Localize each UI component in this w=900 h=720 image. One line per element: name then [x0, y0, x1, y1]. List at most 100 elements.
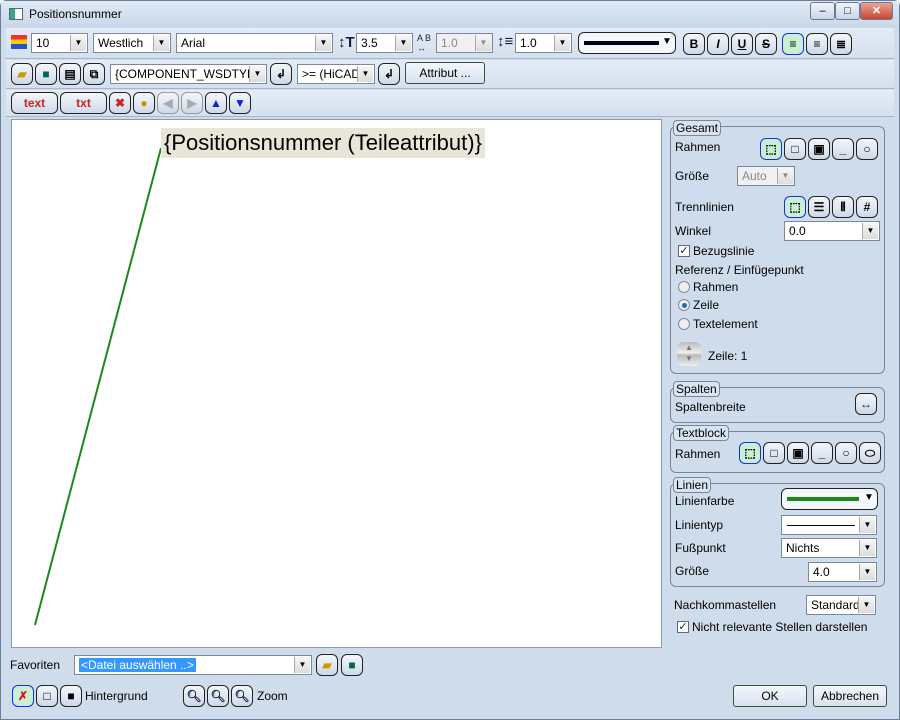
- italic-button[interactable]: I: [707, 33, 729, 55]
- favoriten-open-icon[interactable]: ▰: [316, 654, 338, 676]
- align-justify-button[interactable]: ≣: [830, 33, 852, 55]
- favoriten-combo[interactable]: <Datei auswählen ..> ▼: [74, 655, 312, 675]
- abbrechen-button[interactable]: Abbrechen: [813, 685, 887, 707]
- linien-groesse-label: Größe: [675, 564, 710, 578]
- favoriten-save-icon[interactable]: ■: [341, 654, 363, 676]
- line-spacing-combo[interactable]: 1.0 ▼: [515, 33, 572, 53]
- groesse-combo: Auto ▼: [737, 166, 795, 186]
- text-button[interactable]: text: [11, 92, 58, 114]
- tb-frame-circle-button[interactable]: ○: [835, 442, 857, 464]
- radio-rahmen-label: Rahmen: [693, 280, 739, 294]
- separator-none-button[interactable]: ⬚: [784, 196, 806, 218]
- align-left-button[interactable]: ≡: [782, 33, 804, 55]
- favoriten-label: Favoriten: [10, 658, 61, 672]
- frame-box-button[interactable]: □: [784, 138, 806, 160]
- layer-icon: [11, 35, 27, 49]
- insert-version-button[interactable]: ↲: [378, 63, 400, 85]
- linien-legend: Linien: [673, 477, 712, 493]
- separator-vertical-button[interactable]: ⦀: [832, 196, 854, 218]
- version-combo[interactable]: >= (HiCAD ▼: [297, 64, 375, 84]
- line-spacing-icon: ↕≡: [497, 33, 514, 50]
- link-icon[interactable]: ●: [133, 92, 155, 114]
- zoom-in-icon[interactable]: 🔍︎: [207, 685, 229, 707]
- text-height-icon: ↕T: [338, 34, 355, 51]
- delete-icon[interactable]: ✖: [109, 92, 131, 114]
- attribut-button[interactable]: Attribut ...: [405, 62, 485, 84]
- underline-button[interactable]: U: [731, 33, 753, 55]
- minimize-button[interactable]: –: [810, 2, 835, 20]
- bold-button[interactable]: B: [683, 33, 705, 55]
- spalten-group: Spalten Spaltenbreite ↔: [670, 381, 885, 423]
- linienfarbe-label: Linienfarbe: [675, 494, 735, 508]
- open-folder-icon[interactable]: ▰: [11, 63, 33, 85]
- tb-frame-oval-button[interactable]: ⬭: [859, 442, 881, 464]
- char-spacing-icon: A B ↔: [417, 33, 432, 53]
- style-combo[interactable]: Westlich ▼: [93, 33, 171, 53]
- edit-toolbar: text txt ✖ ● ◀ ▶ ▲ ▼: [6, 90, 894, 117]
- radio-zeile[interactable]: [678, 299, 690, 311]
- position-text[interactable]: {Positionsnummer (Teileattribut)}: [161, 128, 485, 158]
- background-white-button[interactable]: □: [36, 685, 58, 707]
- layer-combo[interactable]: 10 ▼: [31, 33, 88, 53]
- frame-none-button[interactable]: ⬚: [760, 138, 782, 160]
- column-width-button[interactable]: ↔: [855, 393, 877, 415]
- tb-frame-none-button[interactable]: ⬚: [739, 442, 761, 464]
- arrow-up-icon[interactable]: ▲: [205, 92, 227, 114]
- background-none-button[interactable]: ✗: [12, 685, 34, 707]
- format-toolbar: 10 ▼ Westlich ▼ Arial ▼ ↕T 3.5 ▼ A B ↔ 1.0 ▼ ↕…: [6, 28, 894, 59]
- align-center-button[interactable]: ≡: [806, 33, 828, 55]
- winkel-label: Winkel: [675, 224, 712, 238]
- separator-grid-button[interactable]: #: [856, 196, 878, 218]
- newline-txt-button[interactable]: txt: [60, 92, 107, 114]
- frame-underline-button[interactable]: _: [832, 138, 854, 160]
- strikethrough-button[interactable]: S: [755, 33, 777, 55]
- linien-groesse-combo[interactable]: 4.0 ▼: [808, 562, 877, 582]
- arrow-left-icon: ◀: [157, 92, 179, 114]
- bezugslinie-label: Bezugslinie: [693, 244, 755, 258]
- linienfarbe-combo[interactable]: ▼: [781, 488, 878, 510]
- maximize-button[interactable]: □: [835, 2, 860, 20]
- tb-frame-underline-button[interactable]: _: [811, 442, 833, 464]
- frame-double-button[interactable]: ▣: [808, 138, 830, 160]
- save-icon[interactable]: ■: [35, 63, 57, 85]
- radio-rahmen[interactable]: [678, 281, 690, 293]
- tb-frame-box-button[interactable]: □: [763, 442, 785, 464]
- text-preview-canvas[interactable]: {Positionsnummer (Teileattribut)}: [11, 119, 662, 648]
- fusspunkt-combo[interactable]: Nichts ▼: [781, 538, 877, 558]
- separator-horizontal-button[interactable]: ☰: [808, 196, 830, 218]
- leader-line: [34, 147, 162, 626]
- background-black-button[interactable]: ■: [60, 685, 82, 707]
- paste-icon[interactable]: ▤: [59, 63, 81, 85]
- tb-frame-double-button[interactable]: ▣: [787, 442, 809, 464]
- nicht-relevante-label: Nicht relevante Stellen darstellen: [692, 620, 868, 634]
- zeile-spinner[interactable]: ▲ ▼: [677, 342, 701, 366]
- copy-icon[interactable]: ⧉: [83, 63, 105, 85]
- bezugslinie-checkbox[interactable]: ✓: [678, 245, 690, 257]
- attribute-combo[interactable]: {COMPONENT_WSDTYPE (Ar ▼: [110, 64, 267, 84]
- linientyp-combo[interactable]: ▼: [781, 515, 877, 535]
- zoom-fit-icon[interactable]: 🔍︎: [231, 685, 253, 707]
- radio-textelement[interactable]: [678, 318, 690, 330]
- hintergrund-label: Hintergrund: [85, 689, 148, 703]
- winkel-combo[interactable]: 0.0 ▼: [784, 221, 880, 241]
- height-combo[interactable]: 3.5 ▼: [356, 33, 413, 53]
- arrow-down-icon[interactable]: ▼: [229, 92, 251, 114]
- font-combo[interactable]: Arial ▼: [176, 33, 333, 53]
- arrow-right-icon: ▶: [181, 92, 203, 114]
- textblock-rahmen-label: Rahmen: [675, 447, 721, 461]
- line-style-combo[interactable]: ▼: [578, 32, 676, 54]
- nicht-relevante-checkbox[interactable]: ✓: [677, 621, 689, 633]
- gesamt-group: Gesamt Rahmen ⬚ □ ▣ _ ○ Größe Auto ▼ Tren…: [670, 120, 885, 374]
- referenz-label: Referenz / Einfügepunkt: [675, 263, 804, 277]
- insert-attribute-button[interactable]: ↲: [270, 63, 292, 85]
- window-title: Positionsnummer: [29, 7, 122, 21]
- zoom-out-icon[interactable]: 🔍︎: [183, 685, 205, 707]
- close-button[interactable]: ✕: [860, 2, 893, 20]
- spalten-legend: Spalten: [673, 381, 720, 397]
- ok-button[interactable]: OK: [733, 685, 807, 707]
- spacing-combo: 1.0 ▼: [436, 33, 493, 53]
- attribute-toolbar: ▰ ■ ▤ ⧉ {COMPONENT_WSDTYPE (Ar ▼ ↲ >= (Hi…: [6, 60, 894, 89]
- nachkommastellen-combo[interactable]: Standard ▼: [806, 595, 876, 615]
- frame-circle-button[interactable]: ○: [856, 138, 878, 160]
- app-icon: [9, 8, 23, 20]
